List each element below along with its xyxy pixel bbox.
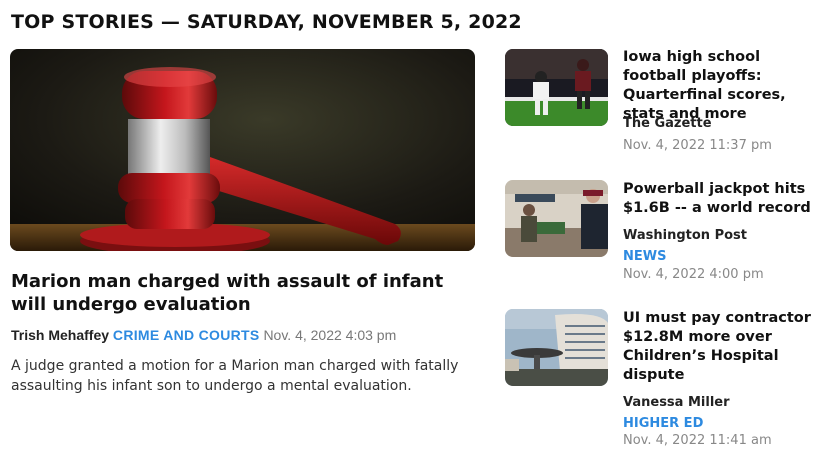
gavel-image: [10, 49, 475, 251]
side-story-2-image[interactable]: [505, 180, 608, 257]
main-story-date: Nov. 4, 2022 4:03 pm: [263, 327, 397, 343]
powerball-image: [505, 180, 608, 257]
side-story-1-headline[interactable]: Iowa high school football playoffs: Quar…: [623, 48, 823, 124]
main-story-category[interactable]: CRIME AND COURTS: [113, 327, 260, 343]
side-story-1-image[interactable]: [505, 49, 608, 126]
main-story-headline[interactable]: Marion man charged with assault of infan…: [11, 270, 481, 316]
side-story-3-date: Nov. 4, 2022 11:41 am: [623, 433, 772, 448]
main-story-meta: Trish Mehaffey CRIME AND COURTS Nov. 4, …: [11, 327, 396, 343]
side-story-1-date: Nov. 4, 2022 11:37 pm: [623, 138, 772, 153]
side-story-1-source[interactable]: The Gazette: [623, 116, 712, 131]
side-story-3-source[interactable]: Vanessa Miller: [623, 395, 730, 410]
main-story-author[interactable]: Trish Mehaffey: [11, 327, 109, 343]
side-story-2-source[interactable]: Washington Post: [623, 228, 747, 243]
side-story-2-headline[interactable]: Powerball jackpot hits $1.6B -- a world …: [623, 180, 823, 218]
side-story-3-image[interactable]: [505, 309, 608, 386]
side-story-2-category[interactable]: NEWS: [623, 249, 666, 264]
side-story-3-headline[interactable]: UI must pay contractor $12.8M more over …: [623, 309, 823, 385]
hospital-image: [505, 309, 608, 386]
football-image: [505, 49, 608, 126]
section-heading: TOP STORIES — SATURDAY, NOVEMBER 5, 2022: [11, 11, 522, 33]
main-story-summary: A judge granted a motion for a Marion ma…: [11, 358, 459, 394]
side-story-2-date: Nov. 4, 2022 4:00 pm: [623, 267, 764, 282]
main-story-image[interactable]: [10, 49, 475, 251]
side-story-3-category[interactable]: HIGHER ED: [623, 416, 703, 431]
